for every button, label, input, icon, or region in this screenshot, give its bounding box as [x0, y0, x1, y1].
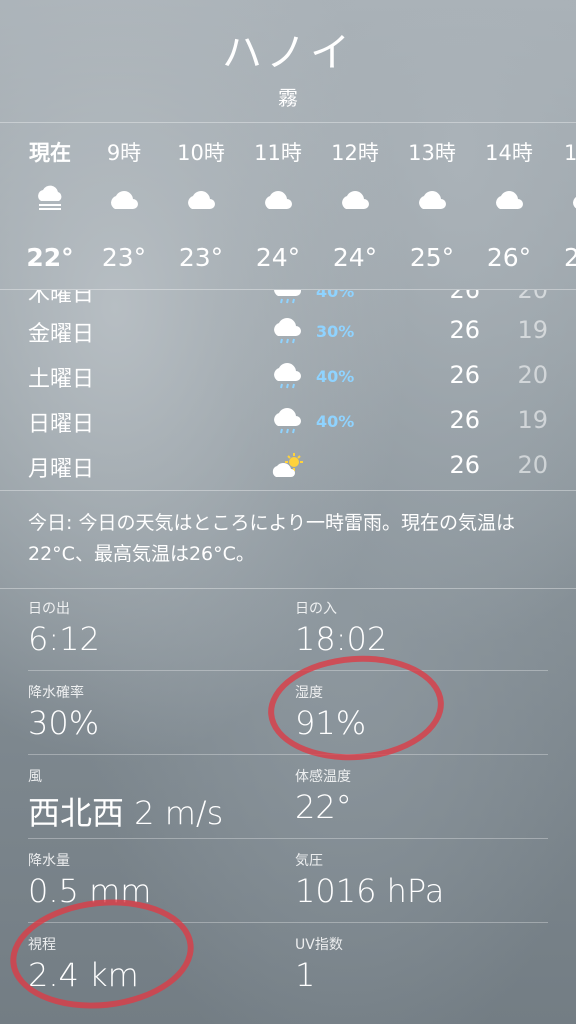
rain-cloud-icon [274, 363, 301, 389]
detail-uv-index: UV指数 1 [295, 937, 343, 994]
divider [28, 754, 548, 755]
partly-sunny-icon [272, 453, 303, 477]
rain-cloud-icon [274, 408, 301, 434]
detail-wind: 風 西北西 2 m/s [28, 769, 224, 832]
cloud-icon [419, 191, 446, 209]
cloud-icon [111, 191, 138, 209]
divider [28, 838, 548, 839]
detail-sunset: 日の入 18:02 [295, 601, 388, 658]
cloud-icon [496, 191, 523, 209]
detail-feels-like: 体感温度 22° [295, 769, 352, 826]
divider [0, 588, 576, 589]
divider [28, 922, 548, 923]
daily-row: 土曜日 40% 26 20 [28, 361, 548, 392]
detail-pressure: 気圧 1016 hPa [295, 853, 445, 910]
divider [0, 490, 576, 491]
hourly-forecast[interactable]: 現在 22° 9時 23° 10時 23° 11時 24° 12時 24° 13… [0, 0, 576, 290]
today-summary: 今日: 今日の天気はところにより一時雷雨。現在の気温は22°C、最高気温は26°… [28, 512, 516, 565]
detail-visibility: 視程 2.4 km [28, 937, 139, 994]
daily-row: 日曜日 40% 26 19 [28, 406, 548, 437]
rain-cloud-icon [274, 290, 301, 304]
cloud-icon [265, 191, 292, 209]
fog-icon [38, 185, 62, 210]
daily-row: 月曜日 26 20 [28, 451, 548, 482]
detail-precipitation: 降水量 0.5 mm [28, 853, 152, 910]
cloud-icon [342, 191, 369, 209]
daily-forecast[interactable]: 木曜日 40% 26 20 金曜日 30% 26 19 土曜日 40% 26 2… [0, 290, 576, 490]
cloud-icon [188, 191, 215, 209]
divider [28, 670, 548, 671]
rain-cloud-icon [274, 318, 301, 344]
detail-precip-chance: 降水確率 30% [28, 685, 100, 742]
hourly-item-clipped: 15時 2 [546, 125, 576, 285]
cloud-icon [573, 197, 576, 209]
detail-humidity: 湿度 91% [295, 685, 367, 742]
daily-row: 金曜日 30% 26 19 [28, 316, 548, 347]
detail-sunrise: 日の出 6:12 [28, 601, 100, 658]
